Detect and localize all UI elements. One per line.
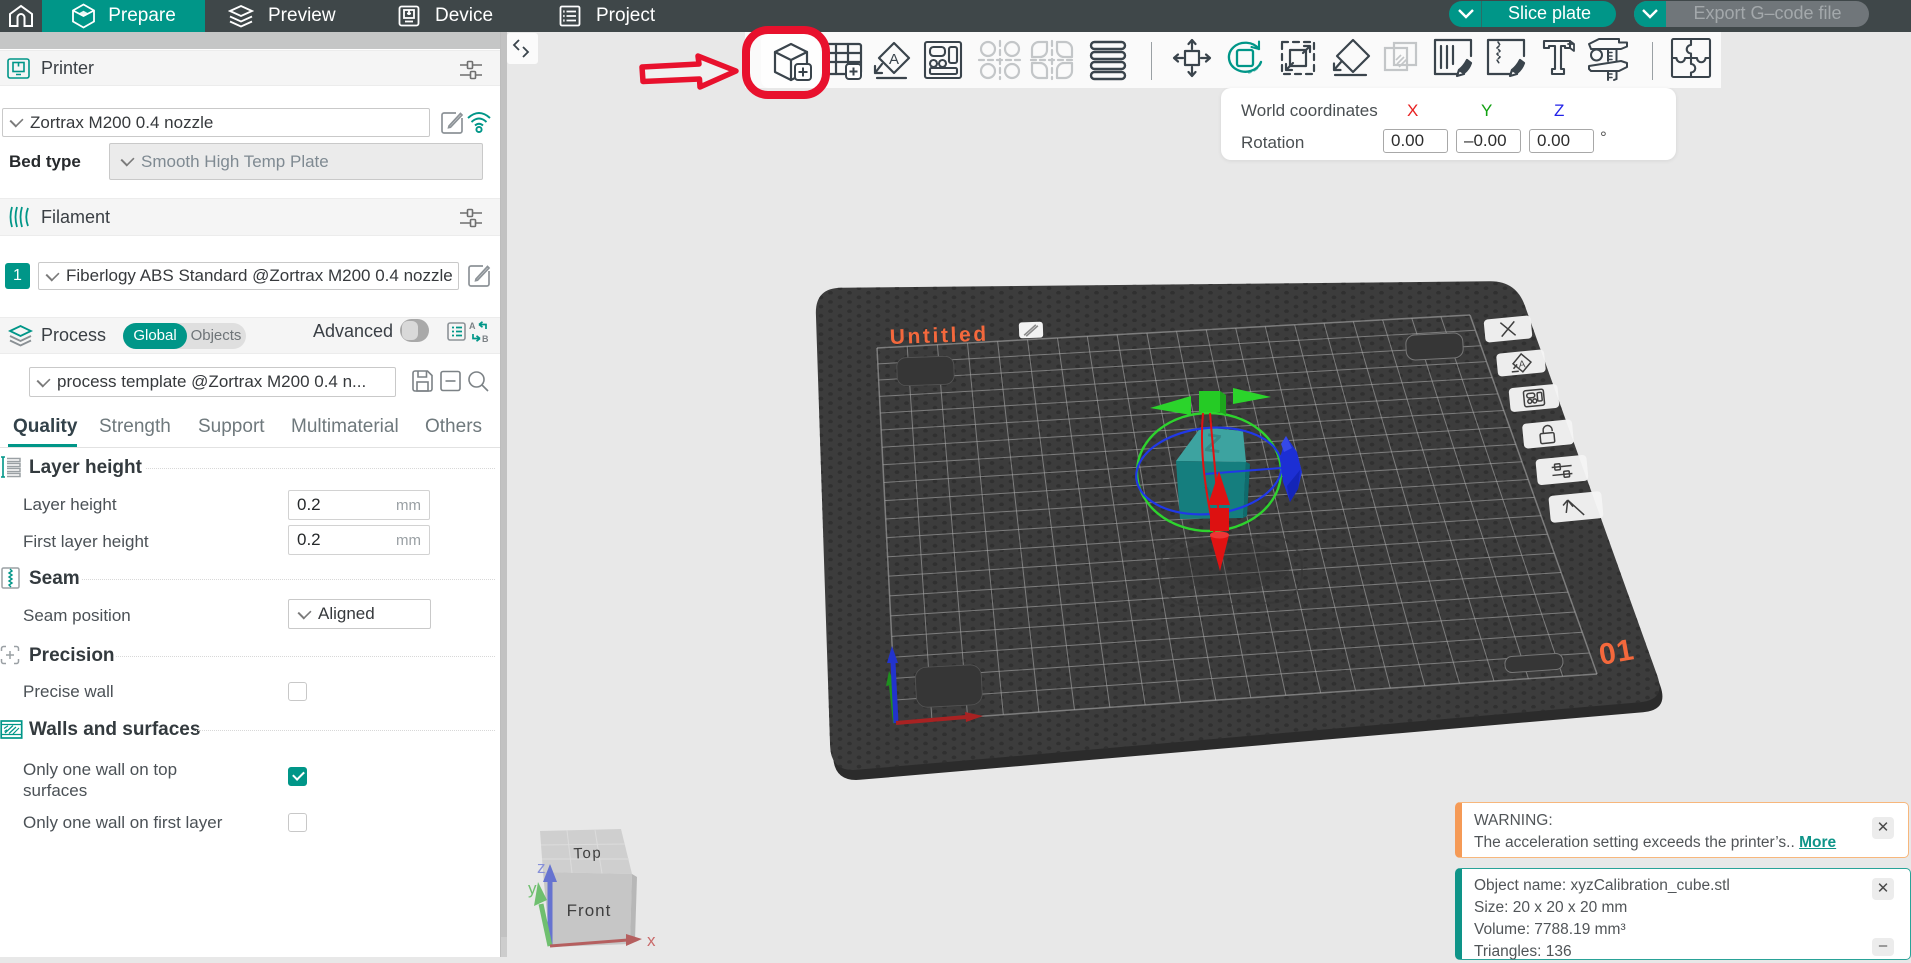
svg-text:Top: Top bbox=[573, 845, 602, 863]
svg-text:Untitled: Untitled bbox=[889, 323, 989, 349]
svg-text:z: z bbox=[537, 858, 546, 877]
svg-text:Front: Front bbox=[567, 901, 612, 920]
svg-text:01: 01 bbox=[1596, 633, 1637, 672]
svg-text:x: x bbox=[647, 931, 656, 950]
svg-text:y: y bbox=[528, 879, 537, 898]
